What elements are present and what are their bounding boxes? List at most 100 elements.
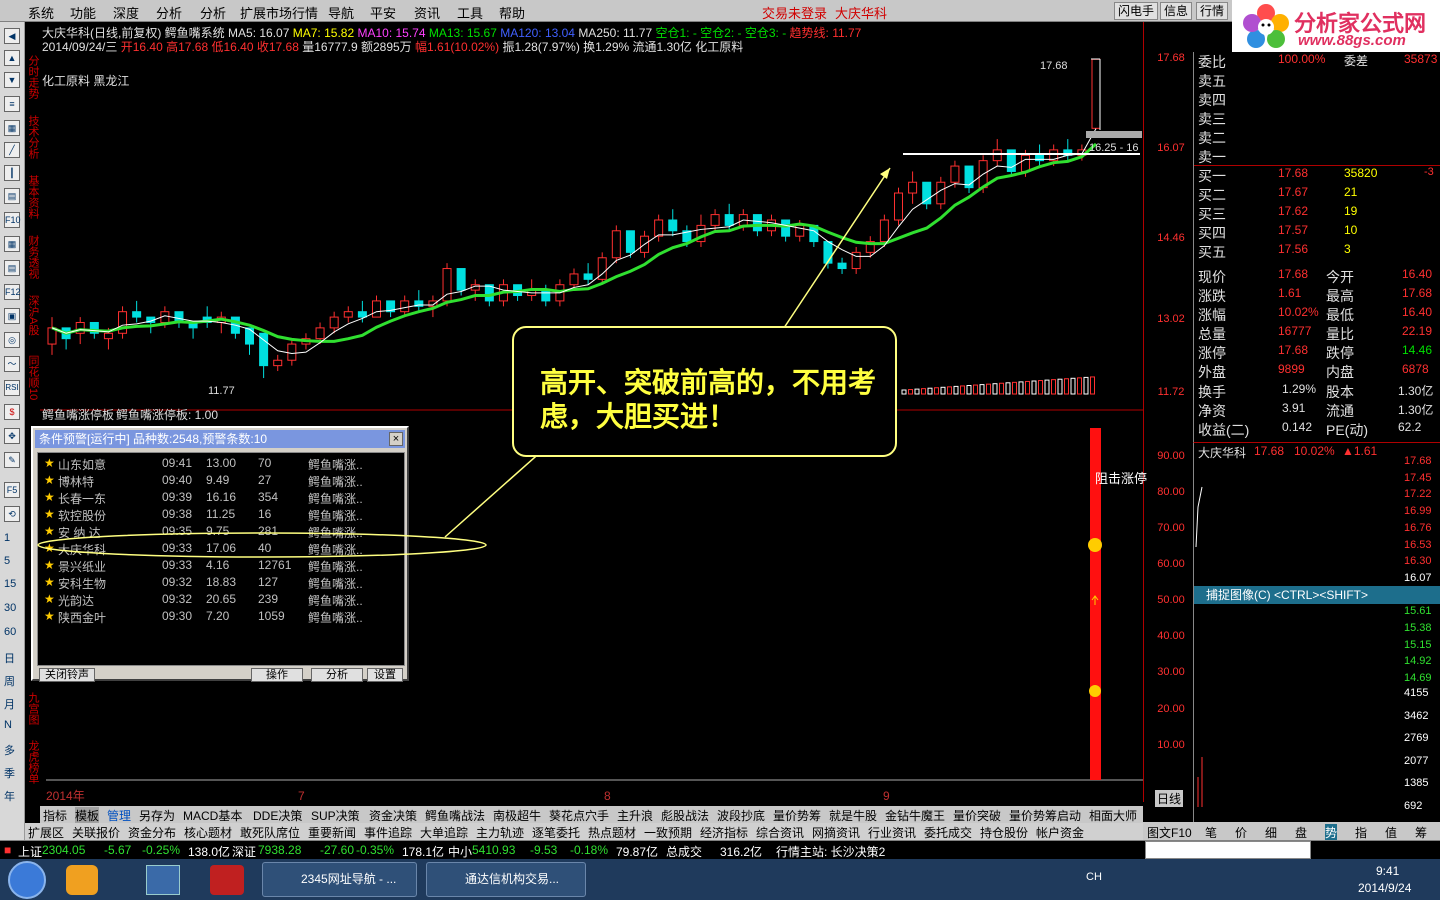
candle-chart-icon[interactable]: ┃ (4, 165, 20, 181)
tab-tabs1-19[interactable]: 相面大师 (1089, 807, 1137, 824)
settings-button[interactable]: 设置 (367, 668, 403, 682)
tab-tabs1-9[interactable]: 南极超牛 (493, 807, 541, 824)
tab-nine-grid[interactable]: 九宫图 (27, 692, 39, 725)
taskbar-tdx[interactable]: 通达信机构交易... (426, 862, 586, 897)
right-tab[interactable]: 细 (1265, 824, 1277, 841)
tab-basic-info[interactable]: 基本资料 (27, 175, 39, 219)
period-day[interactable]: 日 (4, 650, 15, 666)
tab-tech-analysis[interactable]: 技术分析 (27, 115, 39, 159)
grid-icon[interactable]: ▦ (4, 236, 20, 252)
table-icon[interactable]: ▦ (4, 120, 20, 136)
close-icon[interactable]: × (389, 432, 403, 446)
tab-sz-sh-a[interactable]: 深沪A股 (27, 295, 39, 335)
alert-row[interactable]: ★ 软控股份 09:38 11.25 16 鳄鱼嘴涨.. (38, 506, 404, 523)
pen-icon[interactable]: ✎ (4, 452, 20, 468)
report-icon[interactable]: ▤ (4, 260, 20, 276)
info-button[interactable]: 信息 (1160, 2, 1193, 20)
alert-row[interactable]: ★ 陕西金叶 09:30 7.20 1059 鳄鱼嘴涨.. (38, 608, 404, 625)
clock-date[interactable]: 2014/9/24 (1358, 881, 1411, 895)
period-15m[interactable]: 15 (4, 578, 16, 590)
period-year[interactable]: 年 (4, 788, 15, 804)
right-tab[interactable]: 笔 (1205, 824, 1217, 841)
right-tab[interactable]: 值 (1385, 824, 1397, 841)
cycle-icon[interactable]: ⟲ (4, 506, 20, 522)
quote-button[interactable]: 行情 (1196, 2, 1229, 20)
right-tab[interactable]: 盘 (1295, 824, 1307, 841)
period-month[interactable]: 月 (4, 696, 15, 712)
alert-row[interactable]: ★ 长春一东 09:39 16.16 354 鳄鱼嘴涨.. (38, 489, 404, 506)
line-chart-icon[interactable]: ╱ (4, 142, 20, 158)
right-tab[interactable]: 势 (1325, 824, 1338, 841)
arrow-down-icon[interactable]: ▼ (4, 72, 20, 88)
menu-analysis[interactable]: 分析 (156, 3, 182, 22)
menu-extend-market[interactable]: 扩展市场行情 (240, 3, 318, 22)
capture-bar[interactable]: 捕捉图像(C) <CTRL><SHIFT> (1194, 586, 1440, 604)
tab-tabs1-15[interactable]: 就是牛股 (829, 807, 877, 824)
alert-row[interactable]: ★ 安科生物 09:32 18.83 127 鳄鱼嘴涨.. (38, 574, 404, 591)
alert-row[interactable]: ★ 博林特 09:40 9.49 27 鳄鱼嘴涨.. (38, 472, 404, 489)
tab-tabs2-15[interactable]: 行业资讯 (868, 824, 916, 841)
tab-tabs2-13[interactable]: 综合资讯 (756, 824, 804, 841)
tab-tabs2-18[interactable]: 帐户资金 (1036, 824, 1084, 841)
menu-navigate[interactable]: 导航 (328, 3, 354, 22)
alert-titlebar[interactable]: 条件预警[运行中] 品种数:2548,预警条数:10 (35, 430, 405, 448)
tab-f10[interactable]: 图文F10 (1147, 824, 1192, 841)
tab-tabs1-16[interactable]: 金钻牛魔王 (885, 807, 945, 824)
period-1m[interactable]: 1 (4, 532, 10, 544)
analyze-button[interactable]: 分析 (311, 668, 363, 682)
period-week[interactable]: 周 (4, 673, 15, 689)
mini-chart[interactable]: 大庆华科 17.68 10.02% ▲1.61 17.68 17.45 17.22 1… (1193, 442, 1440, 822)
tab-tabs1-14[interactable]: 量价势筹 (773, 807, 821, 824)
tab-tabs2-1[interactable]: 关联报价 (72, 824, 120, 841)
tab-tabs1-18[interactable]: 量价势筹启动 (1009, 807, 1081, 824)
arrow-up-icon[interactable]: ▲ (4, 50, 20, 66)
right-tab[interactable]: 价 (1235, 824, 1247, 841)
period-label[interactable]: 日线 (1155, 790, 1184, 807)
trade-login-status[interactable]: 交易未登录 (762, 3, 827, 22)
doc-icon[interactable]: ▤ (4, 188, 20, 204)
tab-tabs1-12[interactable]: 彪股战法 (661, 807, 709, 824)
f5-icon[interactable]: F5 (4, 482, 20, 498)
close-bell-button[interactable]: 关闭铃声 (39, 668, 95, 682)
arrow-left-icon[interactable]: ◀ (4, 28, 20, 44)
rsi-icon[interactable]: RSI (4, 380, 20, 396)
period-season[interactable]: 季 (4, 765, 15, 781)
tab-tabs2-5[interactable]: 重要新闻 (308, 824, 356, 841)
tab-tabs1-13[interactable]: 波段抄底 (717, 807, 765, 824)
tab-tabs2-7[interactable]: 大单追踪 (420, 824, 468, 841)
lang-indicator[interactable]: CH (1086, 871, 1102, 883)
period-multi[interactable]: 多 (4, 742, 15, 758)
tab-tabs2-6[interactable]: 事件追踪 (364, 824, 412, 841)
start-button[interactable] (8, 861, 46, 899)
tab-tabs2-0[interactable]: 扩展区 (28, 824, 64, 841)
menu-pingan[interactable]: 平安 (370, 3, 396, 22)
period-30m[interactable]: 30 (4, 602, 16, 614)
tab-tabs2-8[interactable]: 主力轨迹 (476, 824, 524, 841)
tab-tabs2-4[interactable]: 敢死队席位 (240, 824, 300, 841)
taskbar-browser[interactable]: 2345网址导航 - ... (262, 862, 417, 897)
tab-tabs2-16[interactable]: 委托成交 (924, 824, 972, 841)
app-icon-2[interactable] (146, 865, 180, 895)
tab-tabs1-6[interactable]: SUP决策 (311, 807, 360, 824)
list-icon[interactable]: ≡ (4, 96, 20, 112)
tab-tabs1-5[interactable]: DDE决策 (253, 807, 302, 824)
ime-toolbar[interactable] (1145, 841, 1311, 859)
f10-icon[interactable]: F10 (4, 212, 21, 228)
tab-tabs1-17[interactable]: 量价突破 (953, 807, 1001, 824)
right-tab[interactable]: 指 (1355, 824, 1367, 841)
tab-tabs2-2[interactable]: 资金分布 (128, 824, 176, 841)
tab-ths[interactable]: 同花顺10 (27, 355, 39, 400)
tab-tabs1-4[interactable]: MACD基本 (183, 807, 242, 824)
alert-row[interactable]: ★ 山东如意 09:41 13.00 70 鳄鱼嘴涨.. (38, 455, 404, 472)
tab-tabs1-10[interactable]: 葵花点穴手 (549, 807, 609, 824)
chip-icon[interactable]: ▣ (4, 308, 20, 324)
clock-time[interactable]: 9:41 (1376, 864, 1399, 878)
period-60m[interactable]: 60 (4, 626, 16, 638)
alert-row[interactable]: ★ 光韵达 09:32 20.65 239 鳄鱼嘴涨.. (38, 591, 404, 608)
menu-news[interactable]: 资讯 (414, 3, 440, 22)
tab-tabs1-1[interactable]: 模板 (75, 807, 100, 824)
host-label[interactable]: 行情主站: 长沙决策2 (776, 843, 885, 860)
tab-tabs2-14[interactable]: 网摘资讯 (812, 824, 860, 841)
app-icon-3[interactable] (210, 865, 244, 895)
tab-tabs2-12[interactable]: 经济指标 (700, 824, 748, 841)
